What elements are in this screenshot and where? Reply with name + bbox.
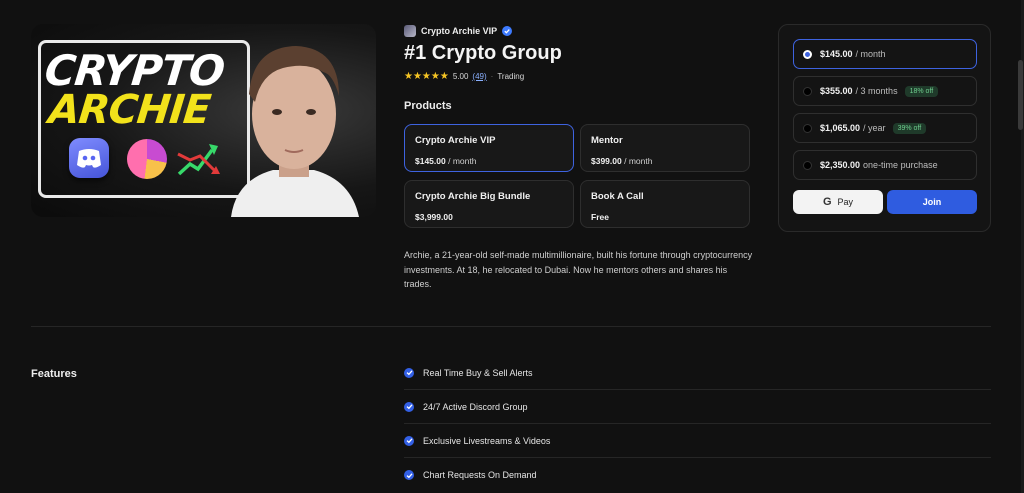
product-card-big-bundle[interactable]: Crypto Archie Big Bundle $3,999.00: [404, 180, 574, 228]
feature-item: Chart Requests On Demand: [404, 458, 991, 492]
radio-icon[interactable]: [803, 86, 812, 96]
product-name: Crypto Archie VIP: [415, 135, 496, 146]
category-label[interactable]: Trading: [497, 72, 524, 81]
feature-label: Chart Requests On Demand: [423, 470, 537, 480]
check-circle-icon: [404, 435, 414, 446]
separator-dot: ·: [490, 72, 494, 81]
feature-label: Real Time Buy & Sell Alerts: [423, 367, 533, 378]
price-option-one-time[interactable]: $2,350.00 one-time purchase: [793, 150, 977, 180]
product-price: Free: [591, 212, 609, 222]
product-price-row: Free: [591, 212, 739, 222]
products-heading: Products: [404, 100, 452, 112]
verified-check-icon: [502, 26, 513, 36]
product-name: Book A Call: [591, 191, 644, 202]
product-card-book-a-call[interactable]: Book A Call Free: [580, 180, 750, 228]
check-circle-icon: [404, 470, 414, 480]
price-amount: $1,065.00: [820, 123, 861, 133]
price-amount: $355.00: [820, 86, 853, 96]
google-icon: G: [822, 196, 832, 208]
section-divider: [31, 326, 991, 327]
price-option-3-months[interactable]: $355.00 / 3 months 18% off: [793, 76, 977, 106]
price-period: / year: [863, 123, 886, 133]
product-description: Archie, a 21-year-old self-made multimil…: [404, 250, 753, 289]
feature-label: Exclusive Livestreams & Videos: [423, 435, 551, 446]
pricing-panel: $145.00 / month $355.00 / 3 months 18% o…: [778, 24, 991, 232]
hero-image: CRYPTO ARCHIE: [31, 24, 376, 217]
rating-score: 5.00: [452, 72, 469, 81]
product-price-row: $3,999.00: [415, 212, 563, 222]
price-period: / 3 months: [855, 86, 898, 96]
product-price-row: $399.00 / month: [591, 156, 739, 166]
product-price: $145.00: [415, 156, 446, 166]
radio-selected-icon[interactable]: [803, 49, 812, 59]
brand-row[interactable]: Crypto Archie VIP: [404, 25, 513, 37]
feature-item: 24/7 Active Discord Group: [404, 390, 991, 424]
review-count-link[interactable]: (49): [472, 72, 486, 81]
product-card-vip[interactable]: Crypto Archie VIP $145.00 / month: [404, 124, 574, 172]
feature-item: Real Time Buy & Sell Alerts: [404, 356, 991, 390]
product-period: / month: [445, 156, 477, 166]
check-circle-icon: [404, 401, 414, 412]
price-period: / month: [855, 49, 886, 59]
star-rating-icon: ★★★★★: [404, 71, 449, 82]
check-circle-icon: [404, 367, 414, 378]
product-price: $399.00: [591, 156, 622, 166]
price-option-monthly[interactable]: $145.00 / month: [793, 39, 977, 69]
price-amount: $145.00: [820, 49, 853, 59]
brand-logo-icon: [404, 25, 416, 37]
feature-label: 24/7 Active Discord Group: [423, 401, 528, 412]
feature-item: Exclusive Livestreams & Videos: [404, 424, 991, 458]
features-heading: Features: [31, 368, 77, 380]
page-title: #1 Crypto Group: [404, 42, 562, 64]
person-photo: [231, 46, 359, 217]
product-name: Mentor: [591, 135, 623, 146]
google-pay-button[interactable]: G Pay: [793, 190, 883, 214]
product-card-mentor[interactable]: Mentor $399.00 / month: [580, 124, 750, 172]
product-price-row: $145.00 / month: [415, 156, 563, 166]
radio-icon[interactable]: [803, 160, 812, 170]
hero-title-line2: ARCHIE: [46, 87, 213, 133]
price-amount: $2,350.00: [820, 160, 861, 170]
price-period: one-time purchase: [863, 160, 938, 170]
product-price: $3,999.00: [415, 212, 453, 222]
join-button[interactable]: Join: [887, 190, 977, 214]
radio-icon[interactable]: [803, 123, 812, 133]
product-period: / month: [621, 156, 653, 166]
price-option-yearly[interactable]: $1,065.00 / year 39% off: [793, 113, 977, 143]
product-name: Crypto Archie Big Bundle: [415, 191, 531, 202]
discord-icon: [69, 138, 109, 178]
pie-chart-icon: [127, 139, 167, 179]
hero-title-line1: CRYPTO: [42, 46, 227, 95]
brand-name[interactable]: Crypto Archie VIP: [421, 26, 497, 36]
google-pay-label: Pay: [837, 197, 854, 207]
rating-row: ★★★★★ 5.00 (49) · Trading: [404, 71, 524, 82]
discount-badge: 39% off: [892, 122, 927, 134]
scrollbar[interactable]: [1018, 60, 1023, 130]
discount-badge: 18% off: [904, 85, 939, 97]
